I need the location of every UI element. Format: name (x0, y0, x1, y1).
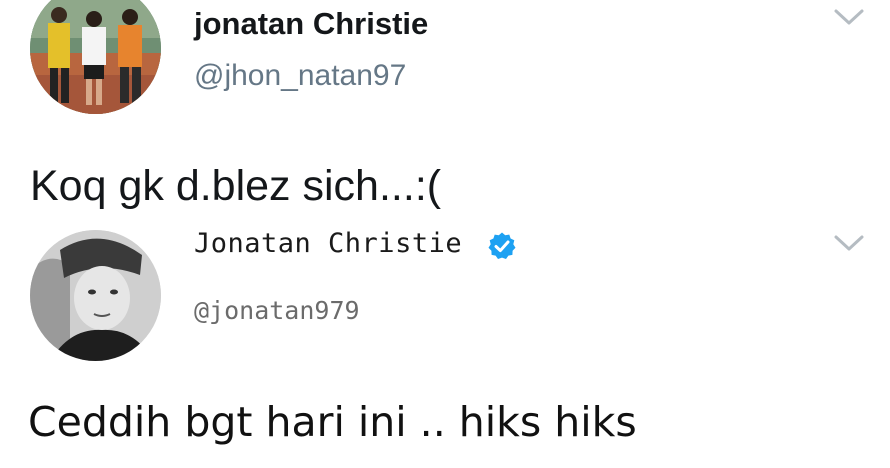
user-handle[interactable]: @jonatan979 (194, 291, 360, 331)
avatar-photo (30, 230, 161, 361)
display-name[interactable]: Jonatan Christie (194, 224, 462, 264)
user-handle[interactable]: @jhon_natan97 (194, 56, 406, 96)
verified-badge-icon (487, 231, 517, 261)
tweet-screenshot: jonatan Christie @jhon_natan97 Koq gk d.… (0, 0, 890, 468)
avatar[interactable] (30, 230, 161, 361)
chevron-down-icon[interactable] (832, 6, 866, 28)
tweet-text: Ceddih bgt hari ini .. hiks hiks (28, 398, 637, 446)
avatar-photo (30, 0, 161, 114)
tweet-card: Jonatan Christie @jonatan979 Ceddih bgt … (0, 222, 890, 468)
display-name[interactable]: jonatan Christie (194, 4, 428, 44)
tweet-text: Koq gk d.blez sich...:( (30, 162, 442, 210)
avatar[interactable] (30, 0, 161, 114)
tweet-card: jonatan Christie @jhon_natan97 Koq gk d.… (0, 0, 890, 222)
chevron-down-icon[interactable] (832, 232, 866, 254)
